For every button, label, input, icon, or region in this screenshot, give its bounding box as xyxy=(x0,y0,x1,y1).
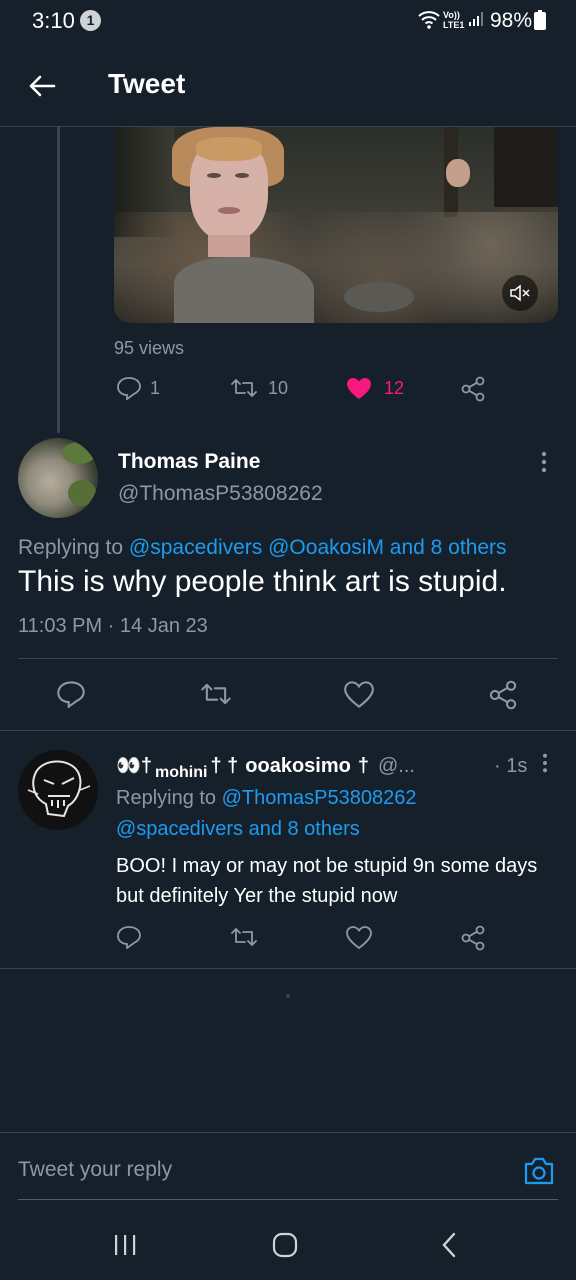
speaker-muted-icon xyxy=(510,284,530,302)
reply-replying-mention[interactable]: @ThomasP53808262 xyxy=(222,787,417,809)
reply-replying-prefix: Replying to xyxy=(116,787,217,809)
reply-replying-to-line1: Replying to @ThomasP53808262 xyxy=(116,787,417,810)
reply-more-options-icon[interactable] xyxy=(538,752,552,774)
share-icon xyxy=(461,376,485,402)
like-action[interactable]: 12 xyxy=(346,377,404,400)
avatar[interactable] xyxy=(18,438,98,518)
heart-icon xyxy=(346,926,372,950)
focused-like-button[interactable] xyxy=(344,681,374,713)
reply-tweet-divider xyxy=(0,968,576,969)
reply-tweet-share-button[interactable] xyxy=(460,925,486,956)
video-tree-trunk xyxy=(494,127,558,207)
focused-retweet-button[interactable] xyxy=(200,681,232,712)
reply-count: 1 xyxy=(150,377,161,398)
header-bar: Tweet xyxy=(0,44,576,126)
system-back-button[interactable] xyxy=(424,1225,474,1265)
reply-tweet-like-button[interactable] xyxy=(346,926,372,954)
home-button[interactable] xyxy=(260,1225,310,1265)
replying-to-mentions[interactable]: @spacedivers @OoakosiM and 8 others xyxy=(129,536,507,559)
recent-apps-button[interactable] xyxy=(100,1225,150,1265)
video-rock xyxy=(174,257,314,323)
video-rock xyxy=(344,282,414,312)
reply-author-line[interactable]: 👀† mohini † † ooakosimo † @... xyxy=(116,753,415,781)
author-handle[interactable]: @ThomasP53808262 xyxy=(118,482,323,506)
reply-action[interactable]: 1 xyxy=(116,376,160,400)
network-label: Vo)) LTE1 xyxy=(443,10,465,30)
battery-icon xyxy=(534,10,546,30)
tweet-media-video[interactable] xyxy=(114,127,558,323)
status-time: 3:10 xyxy=(32,8,75,33)
composer-top-divider xyxy=(0,1132,576,1133)
reply-avatar[interactable] xyxy=(18,750,98,830)
author-display-name[interactable]: Thomas Paine xyxy=(118,450,260,474)
more-options-icon[interactable] xyxy=(536,450,552,474)
tweet-text: This is why people think art is stupid. xyxy=(18,565,507,598)
video-mannequin-head xyxy=(172,127,284,257)
camera-icon[interactable] xyxy=(522,1155,556,1187)
view-count: 95 views xyxy=(114,338,185,358)
recent-apps-icon xyxy=(115,1235,136,1255)
loading-dot xyxy=(286,994,290,998)
share-icon xyxy=(489,680,517,710)
share-icon xyxy=(461,925,485,951)
reply-handle: @... xyxy=(377,755,415,777)
reply-icon xyxy=(117,926,141,950)
retweet-icon xyxy=(231,928,257,946)
reply-tweet-text: BOO! I may or may not be stupid 9n some … xyxy=(116,855,538,907)
status-bar: 3:10 1 Vo)) LTE1 98% xyxy=(0,0,576,44)
mute-toggle-button[interactable] xyxy=(502,275,538,311)
like-count: 12 xyxy=(384,378,405,398)
reply-display-name: ooakosimo xyxy=(245,755,351,777)
signal-icon xyxy=(468,11,484,27)
back-arrow-icon[interactable] xyxy=(26,70,58,102)
focused-reply-button[interactable] xyxy=(56,680,86,713)
heart-filled-icon xyxy=(347,378,371,399)
replying-to-line: Replying to @spacedivers @OoakosiM and 8… xyxy=(18,536,507,560)
reply-tweet-reply-button[interactable] xyxy=(116,925,142,954)
retweet-count: 10 xyxy=(268,377,289,398)
composer-underline xyxy=(18,1199,558,1200)
tweet-timestamp[interactable]: 11:03 PM · 14 Jan 23 xyxy=(18,615,208,638)
reply-display-name-sub: mohini xyxy=(155,764,208,781)
heart-icon xyxy=(344,681,374,708)
replying-to-prefix: Replying to xyxy=(18,536,124,559)
reply-display-name-emoji: 👀† xyxy=(116,755,153,777)
video-small-head xyxy=(446,159,470,187)
skull-drawing-icon xyxy=(27,760,91,818)
reply-tweet-retweet-button[interactable] xyxy=(230,926,258,953)
reply-replying-to-line2[interactable]: @spacedivers and 8 others xyxy=(116,818,360,841)
reply-icon xyxy=(117,377,141,400)
reply-age: · 1s xyxy=(494,755,528,777)
reply-icon xyxy=(57,681,85,709)
focused-share-button[interactable] xyxy=(488,680,518,715)
retweet-action[interactable]: 10 xyxy=(230,377,288,399)
page-title: Tweet xyxy=(108,68,186,99)
reply-input[interactable] xyxy=(18,1150,498,1190)
home-icon xyxy=(272,1232,298,1258)
thread-line xyxy=(57,127,60,433)
retweet-icon xyxy=(231,379,257,397)
timestamp-divider xyxy=(18,658,558,659)
focused-tweet-divider xyxy=(0,730,576,731)
notification-count-badge: 1 xyxy=(80,10,101,31)
wifi-icon xyxy=(418,9,440,29)
battery-percent: 98% xyxy=(490,9,533,32)
reply-display-name-symbols: † † xyxy=(210,755,239,777)
retweet-icon xyxy=(201,683,231,705)
share-action[interactable] xyxy=(460,376,486,407)
chevron-left-icon xyxy=(442,1232,456,1258)
reply-display-name-suffix: † xyxy=(357,755,369,777)
